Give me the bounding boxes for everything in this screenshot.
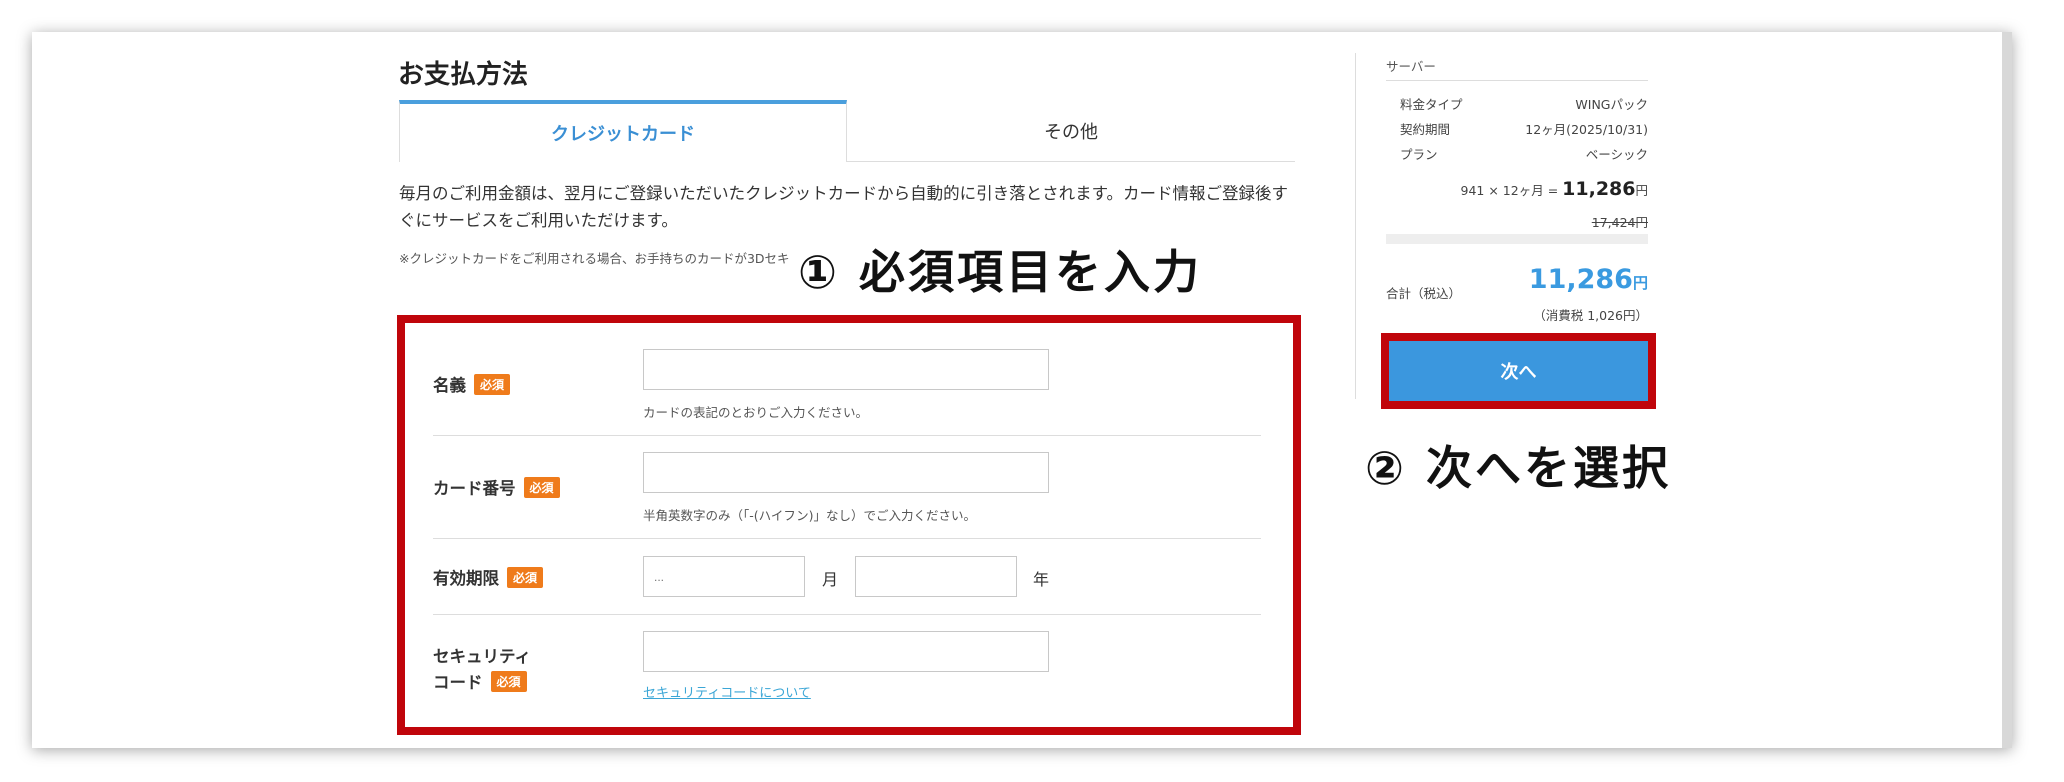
sidebar-title-underline (1386, 80, 1648, 81)
name-label: 名義 (433, 376, 466, 395)
card-number-label: カード番号 (433, 479, 516, 498)
card-number-label-group: カード番号 必須 (433, 475, 560, 499)
month-unit: 月 (822, 570, 839, 589)
summary-separator-bar (1386, 234, 1648, 244)
summary-value-price-type: WINGパック (1575, 97, 1648, 112)
sidebar-divider (1355, 53, 1356, 399)
expiry-month-input[interactable] (643, 556, 805, 597)
row-divider (433, 435, 1261, 436)
card-number-input[interactable] (643, 452, 1049, 493)
expiry-label-group: 有効期限 必須 (433, 565, 544, 589)
calc-amount: 11,286 (1562, 178, 1636, 200)
required-badge: 必須 (523, 476, 560, 498)
summary-value-plan: ベーシック (1585, 147, 1648, 162)
summary-key-contract: 契約期間 (1400, 122, 1451, 137)
annotation-step-1: ① 必須項目を入力 (798, 245, 1202, 299)
tab-divider (847, 161, 1295, 162)
expiry-label: 有効期限 (433, 569, 499, 588)
calc-prefix: 941 × 12ヶ月 = (1460, 183, 1559, 198)
name-hint: カードの表記のとおりご入力ください。 (643, 405, 869, 420)
payment-description: 毎月のご利用金額は、翌月にご登録いただいたクレジットカードから自動的に引き落とさ… (399, 184, 1289, 230)
summary-key-price-type: 料金タイプ (1400, 97, 1463, 112)
security-code-help-link[interactable]: セキュリティコードについて (643, 682, 811, 701)
calc-yen: 円 (1635, 183, 1648, 198)
security-label-line1: セキュリティ (433, 647, 532, 666)
sidebar-title: サーバー (1386, 59, 1436, 74)
tab-other[interactable]: その他 (847, 100, 1295, 162)
security-label-group: セキュリティ コード 必須 (433, 643, 531, 693)
3d-secure-note: ※クレジットカードをご利用される場合、お手持ちのカードが3Dセキ (399, 251, 790, 266)
year-unit: 年 (1033, 570, 1050, 589)
card-number-hint: 半角英数字のみ（「-(ハイフン)」なし）でご入力ください。 (643, 508, 977, 523)
summary-value-contract: 12ヶ月(2025/10/31) (1525, 122, 1648, 137)
tab-credit-card[interactable]: クレジットカード (399, 100, 847, 162)
name-label-group: 名義 必須 (433, 372, 511, 396)
tax-note: （消費税 1,026円） (1533, 308, 1648, 323)
required-badge: 必須 (490, 670, 527, 692)
required-badge: 必須 (474, 373, 511, 395)
section-title: お支払方法 (398, 60, 529, 90)
annotation-step-2: ② 次へを選択 (1365, 441, 1671, 495)
security-label-line2: コード 必須 (433, 669, 531, 693)
required-badge: 必須 (507, 566, 544, 588)
row-divider (433, 538, 1261, 539)
price-calculation: 941 × 12ヶ月 = 11,286円 (1386, 178, 1648, 200)
original-price: 17,424円 (1591, 215, 1648, 230)
next-button[interactable]: 次へ (1389, 341, 1648, 401)
security-code-input[interactable] (643, 631, 1049, 672)
summary-key-plan: プラン (1400, 147, 1438, 162)
cardholder-name-input[interactable] (643, 349, 1049, 390)
expiry-year-input[interactable] (855, 556, 1017, 597)
row-divider (433, 614, 1261, 615)
total-amount: 11,286円 (1528, 264, 1648, 295)
